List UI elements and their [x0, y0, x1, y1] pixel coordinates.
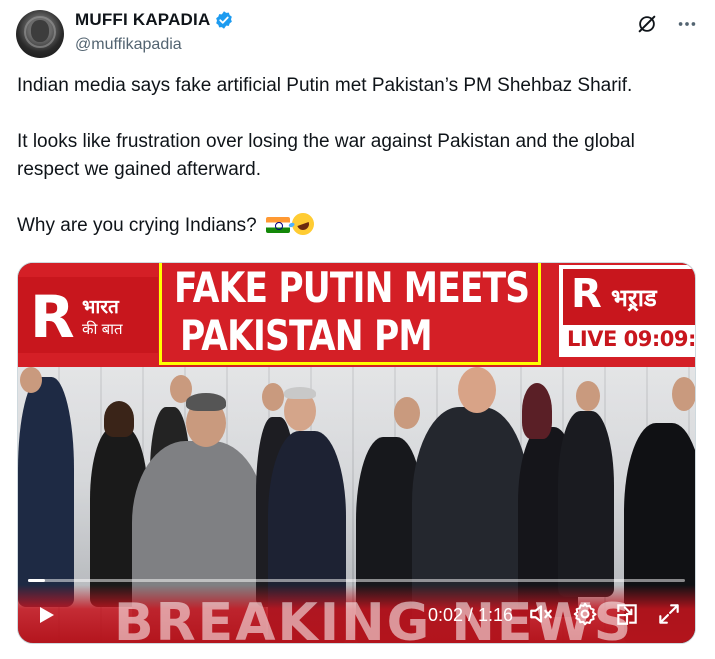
tweet-line-3: Why are you crying Indians? — [17, 215, 257, 236]
right-channel-logo: R भऱ्राड LIVE 09:09:0 — [559, 265, 696, 357]
more-icon[interactable] — [675, 12, 699, 36]
play-icon[interactable] — [34, 603, 58, 627]
left-logo-letter: R — [30, 283, 75, 351]
video-progress-fill — [28, 579, 46, 582]
left-logo-text2: की बात — [82, 321, 123, 338]
person-head — [458, 367, 496, 413]
person-head — [672, 377, 695, 411]
fullscreen-icon[interactable] — [656, 601, 682, 627]
video-controls: 0:02 / 1:16 — [18, 589, 695, 643]
person-hair — [104, 401, 134, 437]
video-time-display: 0:02 / 1:16 — [428, 605, 514, 625]
tweet-text: Indian media says fake artificial Putin … — [17, 72, 697, 240]
avatar[interactable] — [16, 10, 64, 58]
author-block: MUFFI KAPADIA @muffikapadia — [75, 10, 234, 54]
left-channel-logo: R भारत की बात — [18, 277, 158, 353]
person-figure — [18, 377, 74, 607]
verified-badge-icon[interactable] — [214, 10, 234, 30]
person-figure — [558, 411, 614, 597]
video-progress-bar[interactable] — [28, 579, 685, 582]
tweet-line-2: It looks like frustration over losing th… — [17, 131, 635, 180]
rolling-laughing-emoji — [288, 209, 318, 239]
right-logo-text: भऱ्राड — [611, 285, 657, 312]
india-flag-emoji — [266, 217, 291, 233]
right-logo-letter: R — [571, 271, 602, 317]
tweet-line-1: Indian media says fake artificial Putin … — [17, 75, 633, 96]
person-head — [394, 397, 420, 429]
tweet-line-3-row: Why are you crying Indians? — [17, 209, 697, 240]
grok-icon[interactable] — [635, 12, 659, 36]
person-hair — [186, 393, 226, 411]
video-player[interactable]: R भारत की बात FAKE PUTIN MEETS PAKISTAN … — [17, 262, 696, 644]
person-head — [262, 383, 284, 411]
mute-icon[interactable] — [528, 601, 554, 627]
headline-highlight-box — [159, 263, 541, 365]
author-name-row[interactable]: MUFFI KAPADIA — [75, 10, 234, 30]
live-timestamp: LIVE 09:09:0 — [567, 327, 696, 351]
header-actions — [635, 12, 699, 36]
settings-icon[interactable] — [572, 601, 598, 627]
author-display-name[interactable]: MUFFI KAPADIA — [75, 10, 210, 30]
picture-in-picture-icon[interactable] — [614, 601, 640, 627]
author-handle[interactable]: @muffikapadia — [75, 36, 234, 54]
person-hair — [284, 387, 316, 399]
left-logo-text1: भारत — [82, 297, 119, 318]
person-head — [20, 367, 42, 393]
person-hair — [522, 383, 552, 439]
person-head — [576, 381, 600, 411]
tweet-header: MUFFI KAPADIA @muffikapadia — [16, 8, 699, 58]
